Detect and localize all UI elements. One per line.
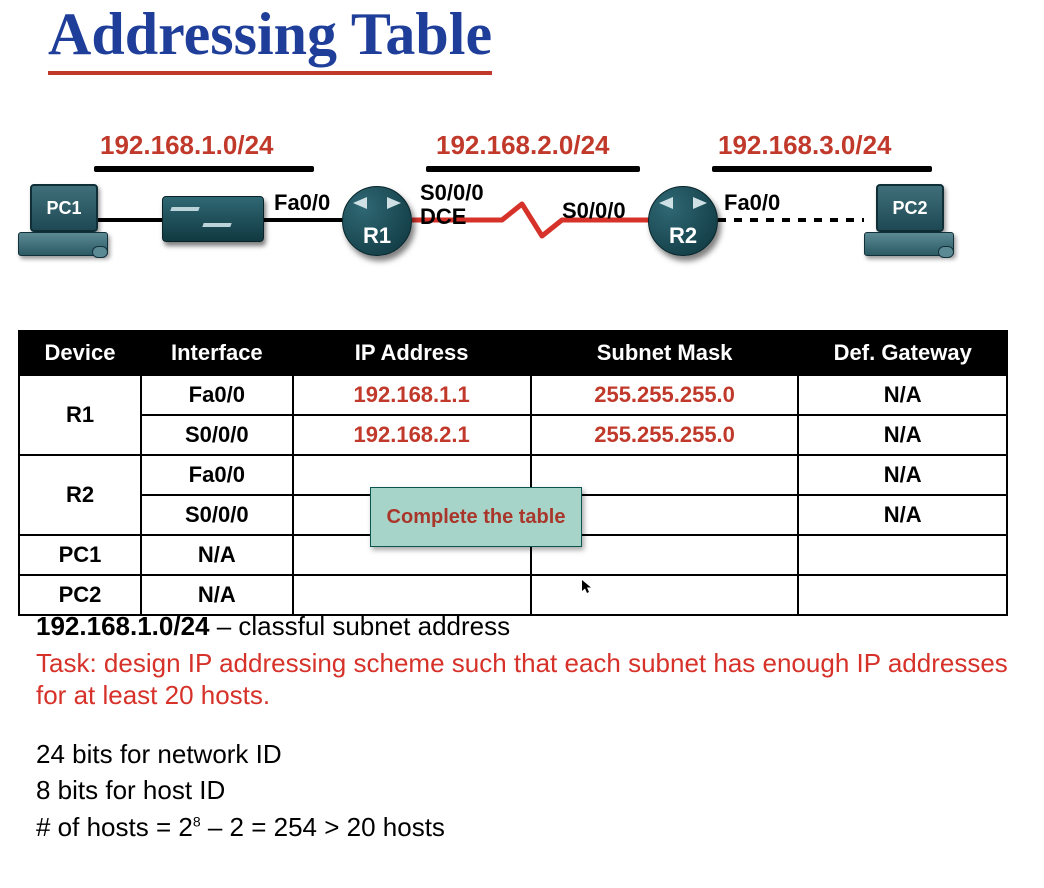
network-underline-1 xyxy=(94,166,314,172)
cell-interface: Fa0/0 xyxy=(141,375,293,415)
router-r2-icon: R2 xyxy=(648,186,718,256)
pc1-icon: PC1 xyxy=(18,184,108,274)
cell-gateway: N/A xyxy=(798,455,1007,495)
cell-device: PC2 xyxy=(19,575,141,615)
cell-gateway xyxy=(798,535,1007,575)
cell-gateway: N/A xyxy=(798,495,1007,535)
network-label-2: 192.168.2.0/24 xyxy=(436,130,610,161)
router-r2-label: R2 xyxy=(669,223,697,249)
pc-label: PC1 xyxy=(30,184,98,232)
col-interface: Interface xyxy=(141,331,293,375)
task-text: Task: design IP addressing scheme such t… xyxy=(36,647,1044,712)
bits-network-id: 24 bits for network ID xyxy=(36,738,1044,771)
iface-r1-s000: S0/0/0 xyxy=(420,180,484,206)
col-device: Device xyxy=(19,331,141,375)
cell-mask: 255.255.255.0 xyxy=(531,375,799,415)
iface-r2-fa00: Fa0/0 xyxy=(724,190,780,216)
cell-interface: N/A xyxy=(141,575,293,615)
cell-device: R1 xyxy=(19,375,141,455)
pc2-icon: PC2 xyxy=(864,184,954,274)
link-switch-r1 xyxy=(256,218,346,222)
cell-interface: S0/0/0 xyxy=(141,495,293,535)
cell-gateway: N/A xyxy=(798,375,1007,415)
slide-notes: 192.168.1.0/24 – classful subnet address… xyxy=(36,610,1044,847)
iface-r2-s000: S0/0/0 xyxy=(562,198,626,224)
cell-gateway xyxy=(798,575,1007,615)
cell-device: R2 xyxy=(19,455,141,535)
router-r1-icon: R1 xyxy=(342,186,412,256)
router-r1-label: R1 xyxy=(363,223,391,249)
table-row: PC2 N/A xyxy=(19,575,1007,615)
iface-r1-fa00: Fa0/0 xyxy=(274,190,330,216)
network-label-1: 192.168.1.0/24 xyxy=(100,130,274,161)
cell-ip: 192.168.2.1 xyxy=(293,415,531,455)
cell-mask: 255.255.255.0 xyxy=(531,415,799,455)
network-topology-diagram: 192.168.1.0/24 192.168.2.0/24 192.168.3.… xyxy=(18,130,1026,290)
cell-mask xyxy=(531,575,799,615)
cell-ip: 192.168.1.1 xyxy=(293,375,531,415)
network-underline-3 xyxy=(712,166,932,172)
switch-icon xyxy=(162,196,264,242)
link-r2-pc2 xyxy=(718,218,864,222)
slide-title: Addressing Table xyxy=(48,0,492,75)
cell-interface: Fa0/0 xyxy=(141,455,293,495)
cell-ip xyxy=(293,575,531,615)
col-ip: IP Address xyxy=(293,331,531,375)
hosts-formula: # of hosts = 28 – 2 = 254 > 20 hosts xyxy=(36,811,1044,844)
complete-the-table-callout: Complete the table xyxy=(370,487,582,547)
network-label-3: 192.168.3.0/24 xyxy=(718,130,892,161)
iface-r1-dce: DCE xyxy=(420,204,466,230)
table-row: R1 Fa0/0 192.168.1.1 255.255.255.0 N/A xyxy=(19,375,1007,415)
bits-host-id: 8 bits for host ID xyxy=(36,774,1044,807)
addressing-table: Device Interface IP Address Subnet Mask … xyxy=(18,330,1008,616)
network-underline-2 xyxy=(426,166,640,172)
classful-address: 192.168.1.0/24 xyxy=(36,611,210,641)
cell-device: PC1 xyxy=(19,535,141,575)
cell-interface: N/A xyxy=(141,535,293,575)
table-header-row: Device Interface IP Address Subnet Mask … xyxy=(19,331,1007,375)
pc-label: PC2 xyxy=(876,184,944,232)
cell-interface: S0/0/0 xyxy=(141,415,293,455)
cell-gateway: N/A xyxy=(798,415,1007,455)
classful-desc: – classful subnet address xyxy=(210,611,511,641)
table-row: S0/0/0 192.168.2.1 255.255.255.0 N/A xyxy=(19,415,1007,455)
col-mask: Subnet Mask xyxy=(531,331,799,375)
col-gateway: Def. Gateway xyxy=(798,331,1007,375)
